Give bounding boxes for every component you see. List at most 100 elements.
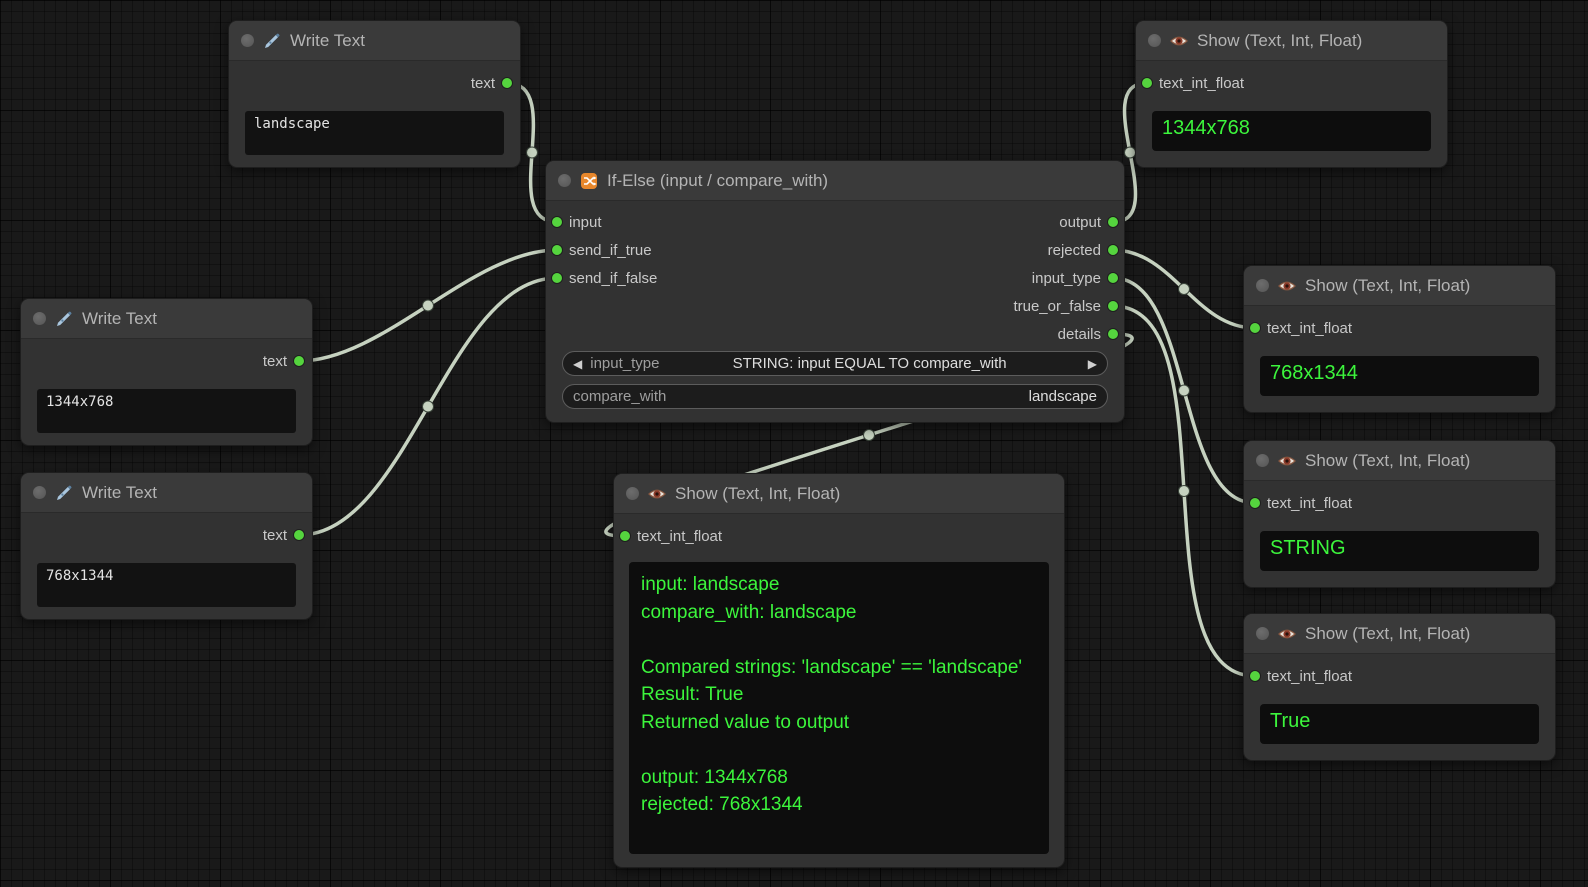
input-type-combo-widget[interactable]: ◀ input_type STRING: input EQUAL TO comp…	[562, 351, 1108, 376]
output-port-true-or-false[interactable]	[1108, 301, 1118, 311]
output-slot-details: details	[1013, 320, 1124, 348]
output-label: text	[263, 353, 287, 370]
output-label: true_or_false	[1013, 298, 1101, 315]
node-title: Show (Text, Int, Float)	[675, 484, 840, 504]
input-port-input[interactable]	[552, 217, 562, 227]
node-titlebar[interactable]: Show (Text, Int, Float)	[1244, 266, 1555, 306]
output-port-input-type[interactable]	[1108, 273, 1118, 283]
input-label: text_int_float	[1267, 668, 1352, 685]
collapse-dot[interactable]	[33, 312, 46, 325]
combo-next-icon[interactable]: ▶	[1088, 357, 1097, 371]
input-label: send_if_false	[569, 270, 657, 287]
compare-with-widget[interactable]: compare_with landscape	[562, 384, 1108, 409]
output-label: text	[263, 527, 287, 544]
collapse-dot[interactable]	[1148, 34, 1161, 47]
input-label: text_int_float	[1267, 495, 1352, 512]
collapse-dot[interactable]	[1256, 627, 1269, 640]
eye-icon	[648, 485, 666, 503]
text-widget[interactable]: landscape	[245, 111, 504, 155]
combo-value: STRING: input EQUAL TO compare_with	[659, 355, 1079, 372]
combo-prev-icon[interactable]: ◀	[573, 357, 582, 371]
pen-icon	[55, 310, 73, 328]
show-display: 1344x768	[1152, 111, 1431, 151]
node-show-4[interactable]: Show (Text, Int, Float) text_int_float T…	[1243, 613, 1556, 761]
collapse-dot[interactable]	[1256, 279, 1269, 292]
output-label: text	[471, 75, 495, 92]
output-port-text[interactable]	[294, 530, 304, 540]
node-title: Show (Text, Int, Float)	[1197, 31, 1362, 51]
show-display-details: input: landscape compare_with: landscape…	[629, 562, 1049, 854]
input-port-text-int-float[interactable]	[1250, 498, 1260, 508]
text-widget[interactable]: 768x1344	[37, 563, 296, 607]
input-port-text-int-float[interactable]	[1250, 323, 1260, 333]
input-label: text_int_float	[1159, 75, 1244, 92]
node-show-1[interactable]: Show (Text, Int, Float) text_int_float 1…	[1135, 20, 1448, 168]
output-label: output	[1059, 214, 1101, 231]
output-port-text[interactable]	[294, 356, 304, 366]
combo-name: input_type	[590, 355, 659, 372]
node-titlebar[interactable]: Show (Text, Int, Float)	[614, 474, 1064, 514]
eye-icon	[1278, 452, 1296, 470]
widget-name: compare_with	[573, 388, 666, 405]
node-title: Write Text	[290, 31, 365, 51]
output-port-rejected[interactable]	[1108, 245, 1118, 255]
show-display: True	[1260, 704, 1539, 744]
widget-value: landscape	[1029, 388, 1097, 405]
node-title: Show (Text, Int, Float)	[1305, 624, 1470, 644]
input-label: text_int_float	[1267, 320, 1352, 337]
node-titlebar[interactable]: Write Text	[229, 21, 520, 61]
node-graph-canvas[interactable]: Write Text text landscape Write Text tex…	[0, 0, 1588, 887]
eye-icon	[1278, 277, 1296, 295]
output-port-output[interactable]	[1108, 217, 1118, 227]
node-title: Show (Text, Int, Float)	[1305, 276, 1470, 296]
input-slot-input: input	[546, 208, 657, 236]
input-slot-send-if-true: send_if_true	[546, 236, 657, 264]
output-slot-rejected: rejected	[1013, 236, 1124, 264]
node-titlebar[interactable]: Write Text	[21, 473, 312, 513]
node-titlebar[interactable]: If-Else (input / compare_with)	[546, 161, 1124, 201]
input-label: input	[569, 214, 602, 231]
input-port-text-int-float[interactable]	[1142, 78, 1152, 88]
node-title: Write Text	[82, 483, 157, 503]
input-port-text-int-float[interactable]	[1250, 671, 1260, 681]
node-title: Show (Text, Int, Float)	[1305, 451, 1470, 471]
output-slot-input-type: input_type	[1013, 264, 1124, 292]
collapse-dot[interactable]	[1256, 454, 1269, 467]
node-titlebar[interactable]: Show (Text, Int, Float)	[1244, 441, 1555, 481]
node-show-2[interactable]: Show (Text, Int, Float) text_int_float 7…	[1243, 265, 1556, 413]
input-port-send-if-true[interactable]	[552, 245, 562, 255]
pen-icon	[263, 32, 281, 50]
collapse-dot[interactable]	[558, 174, 571, 187]
shuffle-icon	[580, 172, 598, 190]
collapse-dot[interactable]	[241, 34, 254, 47]
node-if-else[interactable]: If-Else (input / compare_with) input sen…	[545, 160, 1125, 423]
output-port-text[interactable]	[502, 78, 512, 88]
node-titlebar[interactable]: Write Text	[21, 299, 312, 339]
input-port-text-int-float[interactable]	[620, 531, 630, 541]
node-write-text-2[interactable]: Write Text text 1344x768	[20, 298, 313, 446]
node-write-text-1[interactable]: Write Text text landscape	[228, 20, 521, 168]
node-title: Write Text	[82, 309, 157, 329]
node-titlebar[interactable]: Show (Text, Int, Float)	[1244, 614, 1555, 654]
input-port-send-if-false[interactable]	[552, 273, 562, 283]
output-label: rejected	[1048, 242, 1101, 259]
node-show-3[interactable]: Show (Text, Int, Float) text_int_float S…	[1243, 440, 1556, 588]
collapse-dot[interactable]	[33, 486, 46, 499]
pen-icon	[55, 484, 73, 502]
node-write-text-3[interactable]: Write Text text 768x1344	[20, 472, 313, 620]
node-titlebar[interactable]: Show (Text, Int, Float)	[1136, 21, 1447, 61]
output-slot-true-or-false: true_or_false	[1013, 292, 1124, 320]
input-label: text_int_float	[637, 528, 722, 545]
text-widget[interactable]: 1344x768	[37, 389, 296, 433]
eye-icon	[1170, 32, 1188, 50]
input-slot-send-if-false: send_if_false	[546, 264, 657, 292]
show-display: STRING	[1260, 531, 1539, 571]
output-slot-output: output	[1013, 208, 1124, 236]
output-label: input_type	[1032, 270, 1101, 287]
show-display: 768x1344	[1260, 356, 1539, 396]
output-port-details[interactable]	[1108, 329, 1118, 339]
eye-icon	[1278, 625, 1296, 643]
output-label: details	[1058, 326, 1101, 343]
collapse-dot[interactable]	[626, 487, 639, 500]
node-show-details[interactable]: Show (Text, Int, Float) text_int_float i…	[613, 473, 1065, 868]
